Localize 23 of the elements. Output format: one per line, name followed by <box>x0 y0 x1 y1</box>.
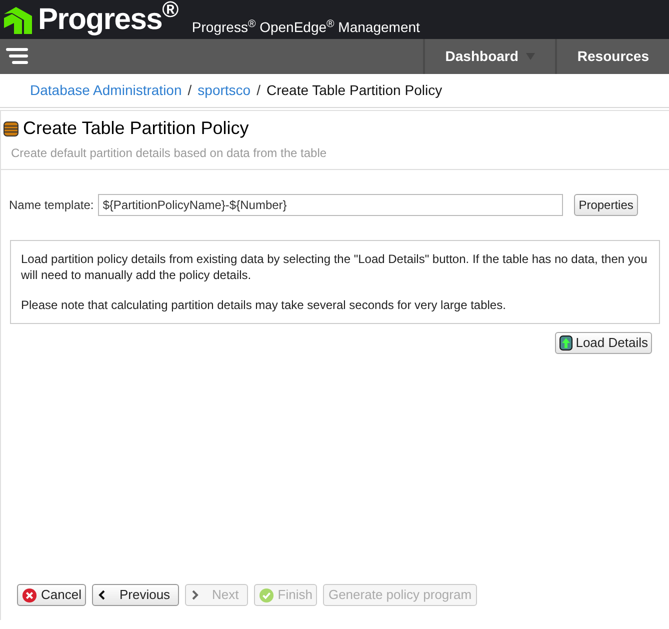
field-label: Name template: <box>9 197 94 214</box>
nav-menu-item[interactable]: Resources <box>555 39 669 74</box>
breadcrumb-separator: / <box>188 81 192 100</box>
breadcrumb-current: Create Table Partition Policy <box>266 81 442 100</box>
breadcrumb-separator: / <box>256 81 260 100</box>
panel-title: Create Table Partition Policy <box>23 117 249 140</box>
wizard-button[interactable]: Cancel <box>17 584 86 606</box>
breadcrumb-link[interactable]: Database Administration <box>30 80 182 101</box>
info-text: Load partition policy details from existing data by selecting the "Load Details" button. If the table has no data, then you will need to manually add the policy details. <box>21 251 648 283</box>
check-icon <box>258 588 274 602</box>
load-details-button[interactable]: Load Details <box>554 332 652 354</box>
name-template-field[interactable]: ${PartitionPolicyName}-${Number} <box>98 194 563 216</box>
panel-subtitle: Create default partition details based on data from the table <box>10 145 328 162</box>
chevron-right-icon <box>190 590 200 600</box>
cancel-icon <box>22 588 37 602</box>
nav-menu-item[interactable]: Dashboard <box>423 39 556 74</box>
info-text: Please note that calculating partition details may take several seconds for very large tables. <box>21 297 507 313</box>
breadcrumb-link[interactable]: sportsco <box>198 80 251 101</box>
properties-button[interactable]: Properties <box>574 194 638 216</box>
chevron-left-icon <box>97 590 108 600</box>
menu-icon[interactable] <box>6 48 28 64</box>
wizard-button[interactable]: Previous <box>92 584 180 606</box>
product-title: Progress$^{®}$ OpenEdge$^{®}$ Management <box>192 17 420 37</box>
